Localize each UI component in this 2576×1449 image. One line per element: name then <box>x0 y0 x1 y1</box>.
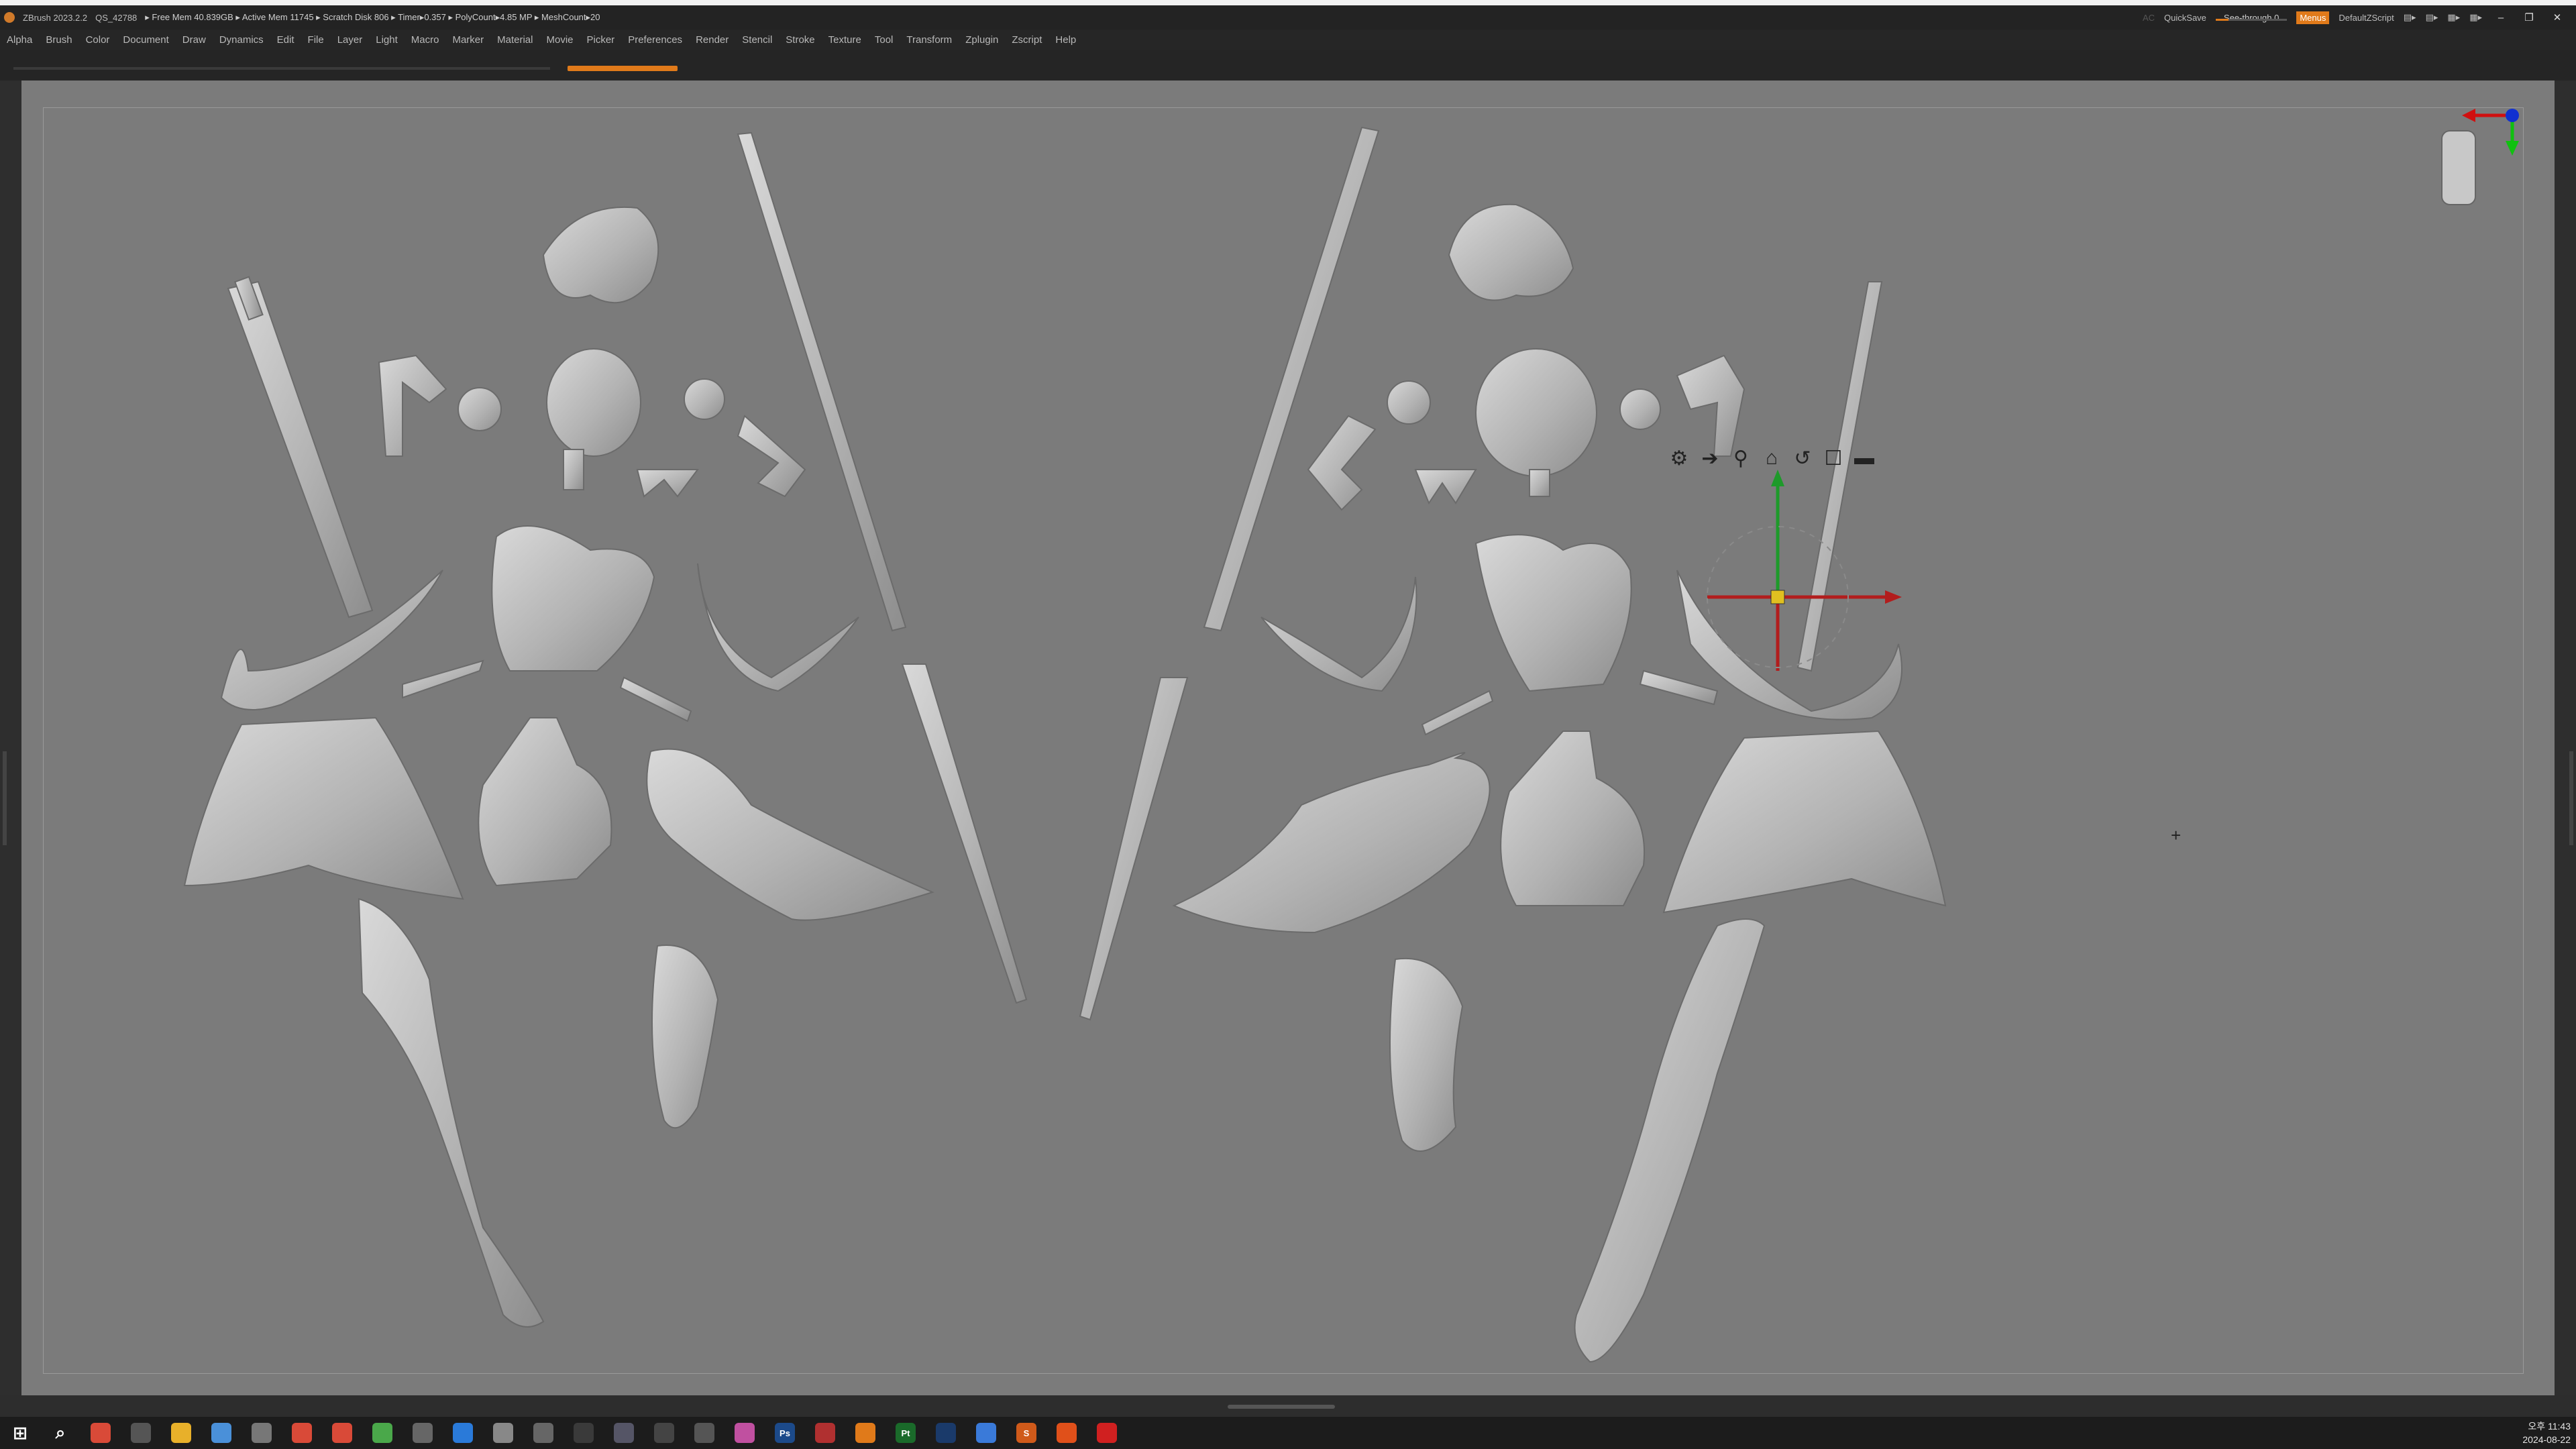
right-rifle-mesh <box>1203 126 1380 632</box>
taskbar-magnifier-icon[interactable] <box>131 1423 151 1443</box>
left-boot-top <box>651 945 719 1129</box>
sculpt-scene[interactable] <box>0 0 2576 1449</box>
gizmo-reset-icon[interactable]: ↺ <box>1791 447 1814 470</box>
right-leg <box>1574 918 1766 1363</box>
left-tail <box>646 748 934 921</box>
taskbar-unity-hub-icon[interactable] <box>413 1423 433 1443</box>
right-arm-lower <box>1307 415 1377 511</box>
left-blade <box>901 663 1028 1004</box>
taskbar-chrome-icon[interactable] <box>292 1423 312 1443</box>
clock-date: 2024-08-22 <box>2522 1434 2571 1445</box>
left-spear <box>737 131 907 632</box>
left-fist-1 <box>458 387 502 431</box>
left-chain-2 <box>619 676 692 722</box>
taskbar-tool-icon[interactable] <box>614 1423 634 1443</box>
right-whip-2 <box>1260 576 1417 692</box>
left-fist-2 <box>684 378 725 420</box>
right-tail <box>1172 752 1491 934</box>
gizmo-center <box>1770 590 1785 604</box>
clock-time: 오후 11:43 <box>2528 1421 2571 1432</box>
right-chain-1 <box>1421 690 1494 736</box>
system-clock[interactable]: 오후 11:43 2024-08-22 <box>2522 1419 2571 1446</box>
gizmo-settings-icon[interactable]: ⚙ <box>1668 447 1690 470</box>
taskbar-photoshop-icon[interactable]: Ps <box>775 1423 795 1443</box>
taskbar-acrobat-icon[interactable] <box>815 1423 835 1443</box>
left-collar <box>636 469 699 498</box>
left-hair-mesh <box>542 206 659 304</box>
left-leg <box>358 898 545 1328</box>
gizmo-home-icon[interactable]: ⌂ <box>1760 447 1783 470</box>
right-hips <box>1500 731 1646 906</box>
taskbar-zbrush-icon[interactable] <box>654 1423 674 1443</box>
left-rifle-mesh <box>227 276 374 619</box>
taskbar-file-explorer-icon[interactable] <box>171 1423 191 1443</box>
taskbar-substance-icon[interactable]: S <box>1016 1423 1036 1443</box>
taskbar-chrome-icon[interactable] <box>332 1423 352 1443</box>
taskbar-origin-icon[interactable] <box>1057 1423 1077 1443</box>
taskbar-start-icon[interactable]: ⊞ <box>10 1423 30 1443</box>
taskbar-notes-icon[interactable] <box>211 1423 231 1443</box>
gizmo-lock-icon[interactable]: ☐ <box>1822 447 1845 470</box>
right-helmet-mesh <box>1448 203 1574 301</box>
taskbar-maps-icon[interactable] <box>453 1423 473 1443</box>
taskbar-red-icon[interactable] <box>1097 1423 1117 1443</box>
crosshair-cursor-icon: + <box>2171 825 2182 845</box>
gizmo-pin-icon[interactable]: ➔ <box>1699 447 1721 470</box>
gizmo-bar-icon[interactable]: ▬ <box>1853 447 1876 470</box>
taskbar-unity-icon[interactable] <box>252 1423 272 1443</box>
view-navigation-widget[interactable] <box>2441 109 2519 205</box>
taskbar-blender-icon[interactable] <box>855 1423 875 1443</box>
left-arm-lower <box>737 415 806 498</box>
left-torso <box>491 525 655 672</box>
taskbar-search-icon[interactable]: ⌕ <box>50 1422 70 1443</box>
right-arm-upper <box>1676 354 1746 457</box>
taskbar-chrome-icon[interactable] <box>372 1423 392 1443</box>
gizmo-toolbar: ⚙ ➔ ⚲ ⌂ ↺ ☐ ▬ <box>1668 447 1876 470</box>
taskbar-pin-icon[interactable] <box>976 1423 996 1443</box>
left-hips <box>478 717 612 887</box>
right-fist-2 <box>1619 388 1661 430</box>
gizmo-y-arrow <box>1771 470 1784 486</box>
right-blade <box>1079 677 1189 1021</box>
left-head-mesh <box>546 348 641 490</box>
gizmo-x-arrow <box>1885 590 1902 604</box>
taskbar-zbrush-icon[interactable] <box>694 1423 714 1443</box>
windows-taskbar: ⊞ ⌕ Ps Pt S 오후 11:43 2024-08-22 <box>0 1417 2576 1449</box>
right-fist-1 <box>1387 380 1431 425</box>
taskbar-photos-icon[interactable] <box>735 1423 755 1443</box>
taskbar-u-icon[interactable] <box>574 1423 594 1443</box>
taskbar-pen-icon[interactable] <box>533 1423 553 1443</box>
right-skirt <box>1662 730 1947 914</box>
left-whip-2 <box>697 563 859 692</box>
right-boot-top <box>1389 957 1464 1152</box>
left-arm-upper <box>378 354 447 457</box>
right-head-back <box>1475 348 1597 497</box>
right-chain-2 <box>1639 669 1719 706</box>
taskbar-chrome-icon[interactable] <box>91 1423 111 1443</box>
taskbar-steam-icon[interactable] <box>936 1423 956 1443</box>
bottom-tray <box>0 1395 2576 1417</box>
left-chain-1 <box>402 659 484 699</box>
taskbar-archive-icon[interactable] <box>493 1423 513 1443</box>
gizmo-location-icon[interactable]: ⚲ <box>1729 447 1752 470</box>
right-torso <box>1474 534 1632 692</box>
taskbar-painter-icon[interactable]: Pt <box>896 1423 916 1443</box>
right-collar <box>1414 469 1477 505</box>
bottom-tray-handle[interactable] <box>1228 1405 1335 1409</box>
right-spear <box>1796 281 1883 672</box>
left-skirt <box>183 716 464 900</box>
